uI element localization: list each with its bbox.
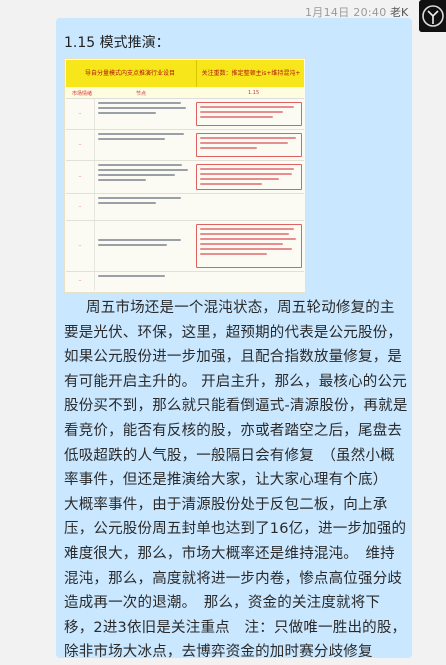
doc-row: ·· xyxy=(66,130,304,161)
doc-row-label: ·· xyxy=(66,99,95,129)
doc-row-annotation xyxy=(196,102,302,126)
doc-row: ·· xyxy=(66,194,304,221)
doc-row-label: ·· xyxy=(66,272,95,290)
doc-col-mid: 节点 xyxy=(136,91,147,97)
doc-row-text xyxy=(96,275,192,287)
doc-col-left: 市场情绪 xyxy=(72,91,93,97)
doc-row: ·· xyxy=(66,161,304,194)
doc-header-right: 关注重数：推定整顿主is+维持混沌+ xyxy=(196,60,305,87)
attached-document-image[interactable]: 导自分量模式内支点推演行业设目 关注重数：推定整顿主is+维持混沌+ 市场情绪 … xyxy=(64,58,306,293)
doc-header: 导自分量模式内支点推演行业设目 关注重数：推定整顿主is+维持混沌+ xyxy=(66,60,304,87)
doc-header-left: 导自分量模式内支点推演行业设目 xyxy=(84,70,175,77)
doc-row-annotation xyxy=(196,224,302,268)
doc-row-label: ·· xyxy=(66,221,95,271)
chat-scrollbar[interactable] xyxy=(436,0,446,643)
doc-row: ·· xyxy=(66,99,304,130)
doc-row-annotation xyxy=(196,164,302,190)
doc-row-text xyxy=(96,239,192,268)
doc-subheader: 市场情绪 节点 1.15 xyxy=(66,88,304,99)
doc-row-annotation xyxy=(196,197,302,217)
doc-row-text xyxy=(96,164,192,190)
doc-row-annotation xyxy=(196,133,302,157)
doc-row-label: ·· xyxy=(66,161,95,193)
doc-col-right: 1.15 xyxy=(248,90,260,96)
doc-row-label: ·· xyxy=(66,194,95,220)
doc-row-text xyxy=(96,102,192,126)
message-heading: 1.15 模式推演： xyxy=(64,35,170,51)
doc-row: ·· xyxy=(66,221,304,272)
message-body: 周五市场还是一个混沌状态，周五轮动修复的主要是光伏、环保，这里，超预期的代表是公… xyxy=(64,300,425,661)
doc-row-text xyxy=(96,197,192,217)
doc-row-label: ·· xyxy=(66,130,95,160)
doc-row-text xyxy=(96,133,192,157)
doc-row: ·· xyxy=(66,272,304,290)
